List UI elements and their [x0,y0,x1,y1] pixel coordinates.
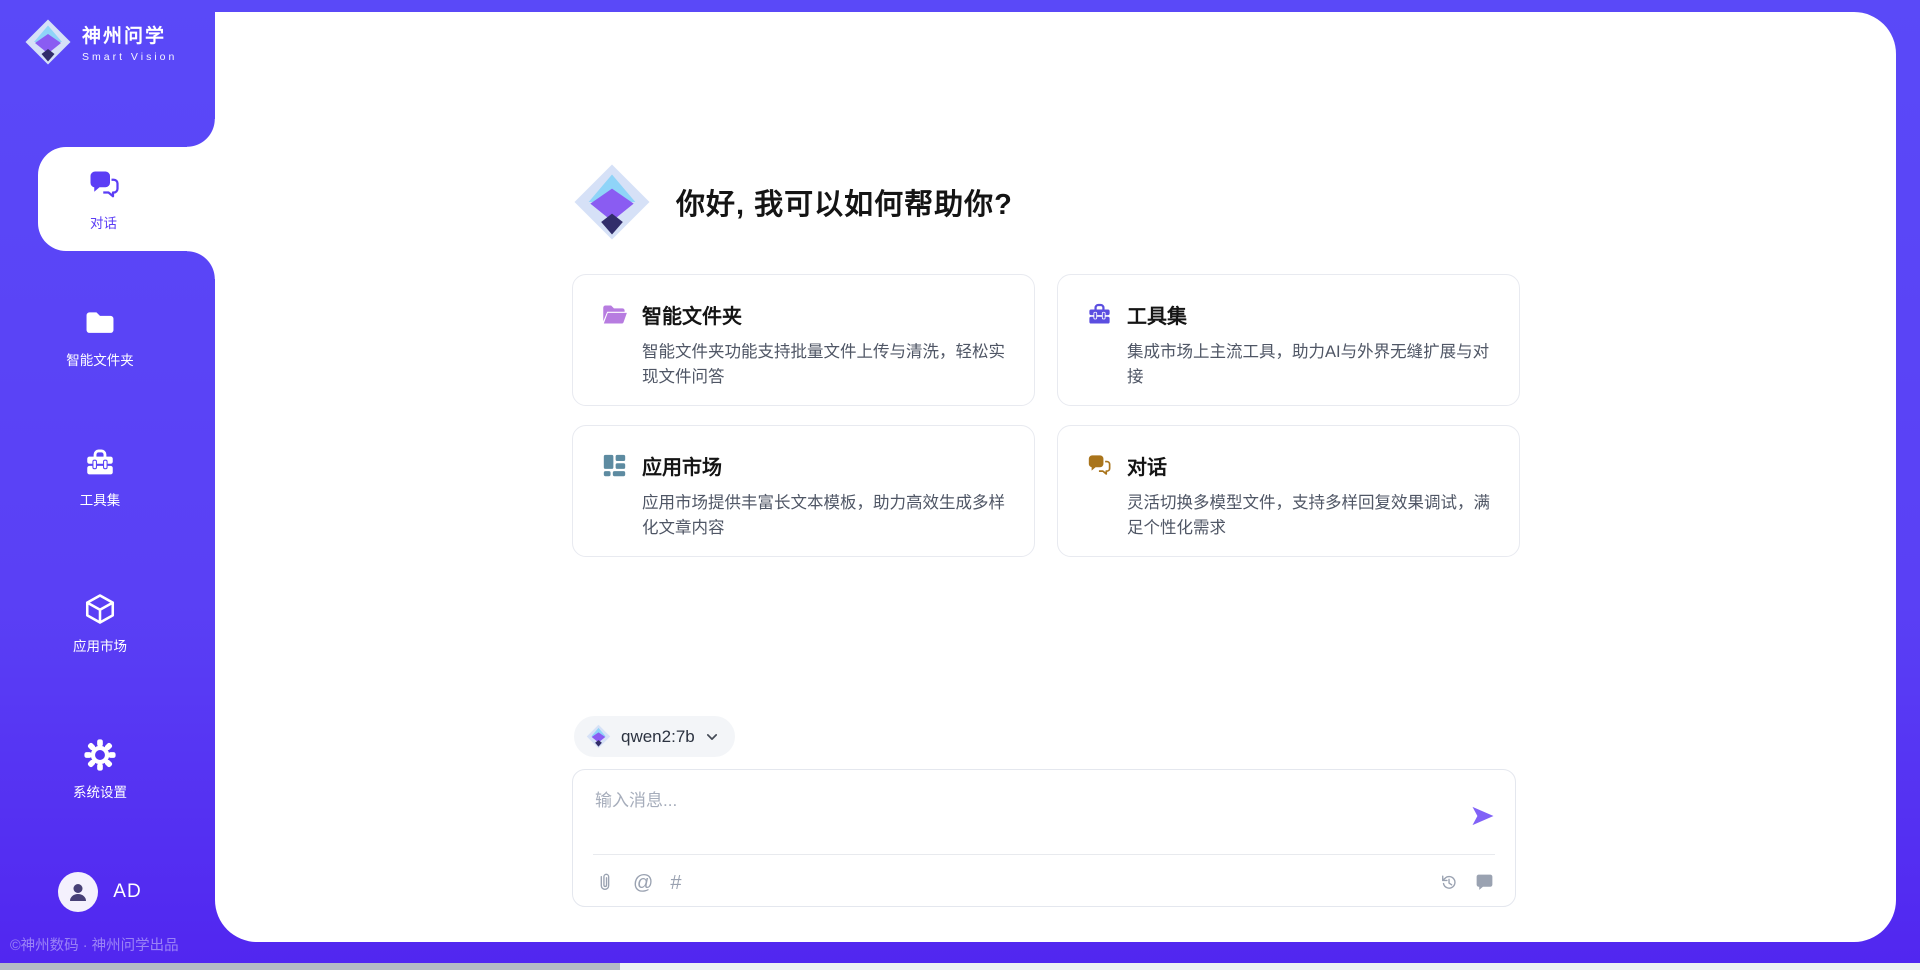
sidebar-item-label: 应用市场 [73,635,127,655]
brand-logo: 神州问学 Smart Vision [24,18,177,66]
brand-text: 神州问学 Smart Vision [82,21,177,63]
paperclip-icon [595,872,616,893]
sidebar: 神州问学 Smart Vision 对话 智能文件夹 [0,0,215,970]
card-description: 智能文件夹功能支持批量文件上传与清洗，轻松实现文件问答 [642,340,1006,390]
toolbox-icon [83,446,117,480]
model-name: qwen2:7b [621,727,695,747]
composer-tools-right [1438,872,1495,893]
gear-icon [83,738,117,772]
attach-button[interactable] [595,872,616,893]
main-content: 你好, 我可以如何帮助你? 智能文件夹 智能文件夹功能支持批量文件上传与清洗，轻… [215,12,1896,942]
cube-icon [83,592,117,626]
avatar [58,872,98,912]
sidebar-item-label: 对话 [90,212,117,232]
sidebar-item-toolset[interactable]: 工具集 [0,446,200,509]
card-title: 应用市场 [642,451,722,480]
greeting-title: 你好, 我可以如何帮助你? [676,181,1013,223]
person-icon [66,880,90,904]
brand-subtitle: Smart Vision [82,51,177,63]
user-name: AD [113,881,141,903]
chat-icon [1086,452,1113,479]
card-header: 工具集 [1086,300,1491,329]
message-input[interactable] [595,786,1425,844]
card-header: 对话 [1086,451,1491,480]
sidebar-item-chat[interactable]: 对话 [38,147,215,251]
card-title: 对话 [1127,451,1167,480]
card-title: 智能文件夹 [642,300,742,329]
send-button[interactable] [1469,802,1497,830]
card-header: 智能文件夹 [601,300,1006,329]
card-header: 应用市场 [601,451,1006,480]
send-icon [1469,802,1497,830]
sidebar-item-settings[interactable]: 系统设置 [0,738,200,801]
at-icon: @ [633,873,653,893]
mention-button[interactable]: @ [633,873,653,893]
history-icon [1438,872,1459,893]
sidebar-item-app-market[interactable]: 应用市场 [0,592,200,655]
scrollbar-thumb[interactable] [0,963,620,970]
card-description: 应用市场提供丰富长文本模板，助力高效生成多样化文章内容 [642,491,1006,541]
hashtag-button[interactable]: # [670,873,681,893]
sidebar-item-smart-folder[interactable]: 智能文件夹 [0,306,200,369]
card-app-market[interactable]: 应用市场 应用市场提供丰富长文本模板，助力高效生成多样化文章内容 [572,425,1035,557]
chevron-down-icon [705,730,719,744]
folder-icon [83,306,117,340]
card-smart-folder[interactable]: 智能文件夹 智能文件夹功能支持批量文件上传与清洗，轻松实现文件问答 [572,274,1035,406]
copyright-text: ©神州数码 · 神州问学出品 [10,934,220,955]
card-description: 集成市场上主流工具，助力AI与外界无缝扩展与对接 [1127,340,1491,390]
assistant-logo-icon [572,162,652,242]
hash-icon: # [670,873,681,893]
grid-icon [601,452,628,479]
message-composer: @ # [572,769,1516,907]
card-toolset[interactable]: 工具集 集成市场上主流工具，助力AI与外界无缝扩展与对接 [1057,274,1520,406]
horizontal-scrollbar[interactable] [0,963,1920,970]
composer-tools-left: @ # [595,872,681,893]
composer-divider [593,854,1495,855]
history-button[interactable] [1438,872,1459,893]
comment-button[interactable] [1474,872,1495,893]
diamond-logo-icon [24,18,72,66]
model-selector[interactable]: qwen2:7b [574,716,735,757]
model-logo-icon [586,724,611,749]
card-chat[interactable]: 对话 灵活切换多模型文件，支持多样回复效果调试，满足个性化需求 [1057,425,1520,557]
sidebar-item-label: 系统设置 [73,781,127,801]
brand-name: 神州问学 [82,21,177,48]
comment-icon [1474,872,1495,893]
feature-cards: 智能文件夹 智能文件夹功能支持批量文件上传与清洗，轻松实现文件问答 工具 [572,274,1520,557]
folder-icon [601,301,628,328]
greeting: 你好, 我可以如何帮助你? [572,162,1013,242]
toolbox-icon [1086,301,1113,328]
sidebar-item-label: 工具集 [80,489,121,509]
sidebar-item-label: 智能文件夹 [66,349,134,369]
card-title: 工具集 [1127,300,1187,329]
card-description: 灵活切换多模型文件，支持多样回复效果调试，满足个性化需求 [1127,491,1491,541]
chat-icon [86,167,122,203]
user-profile[interactable]: AD [0,872,200,912]
